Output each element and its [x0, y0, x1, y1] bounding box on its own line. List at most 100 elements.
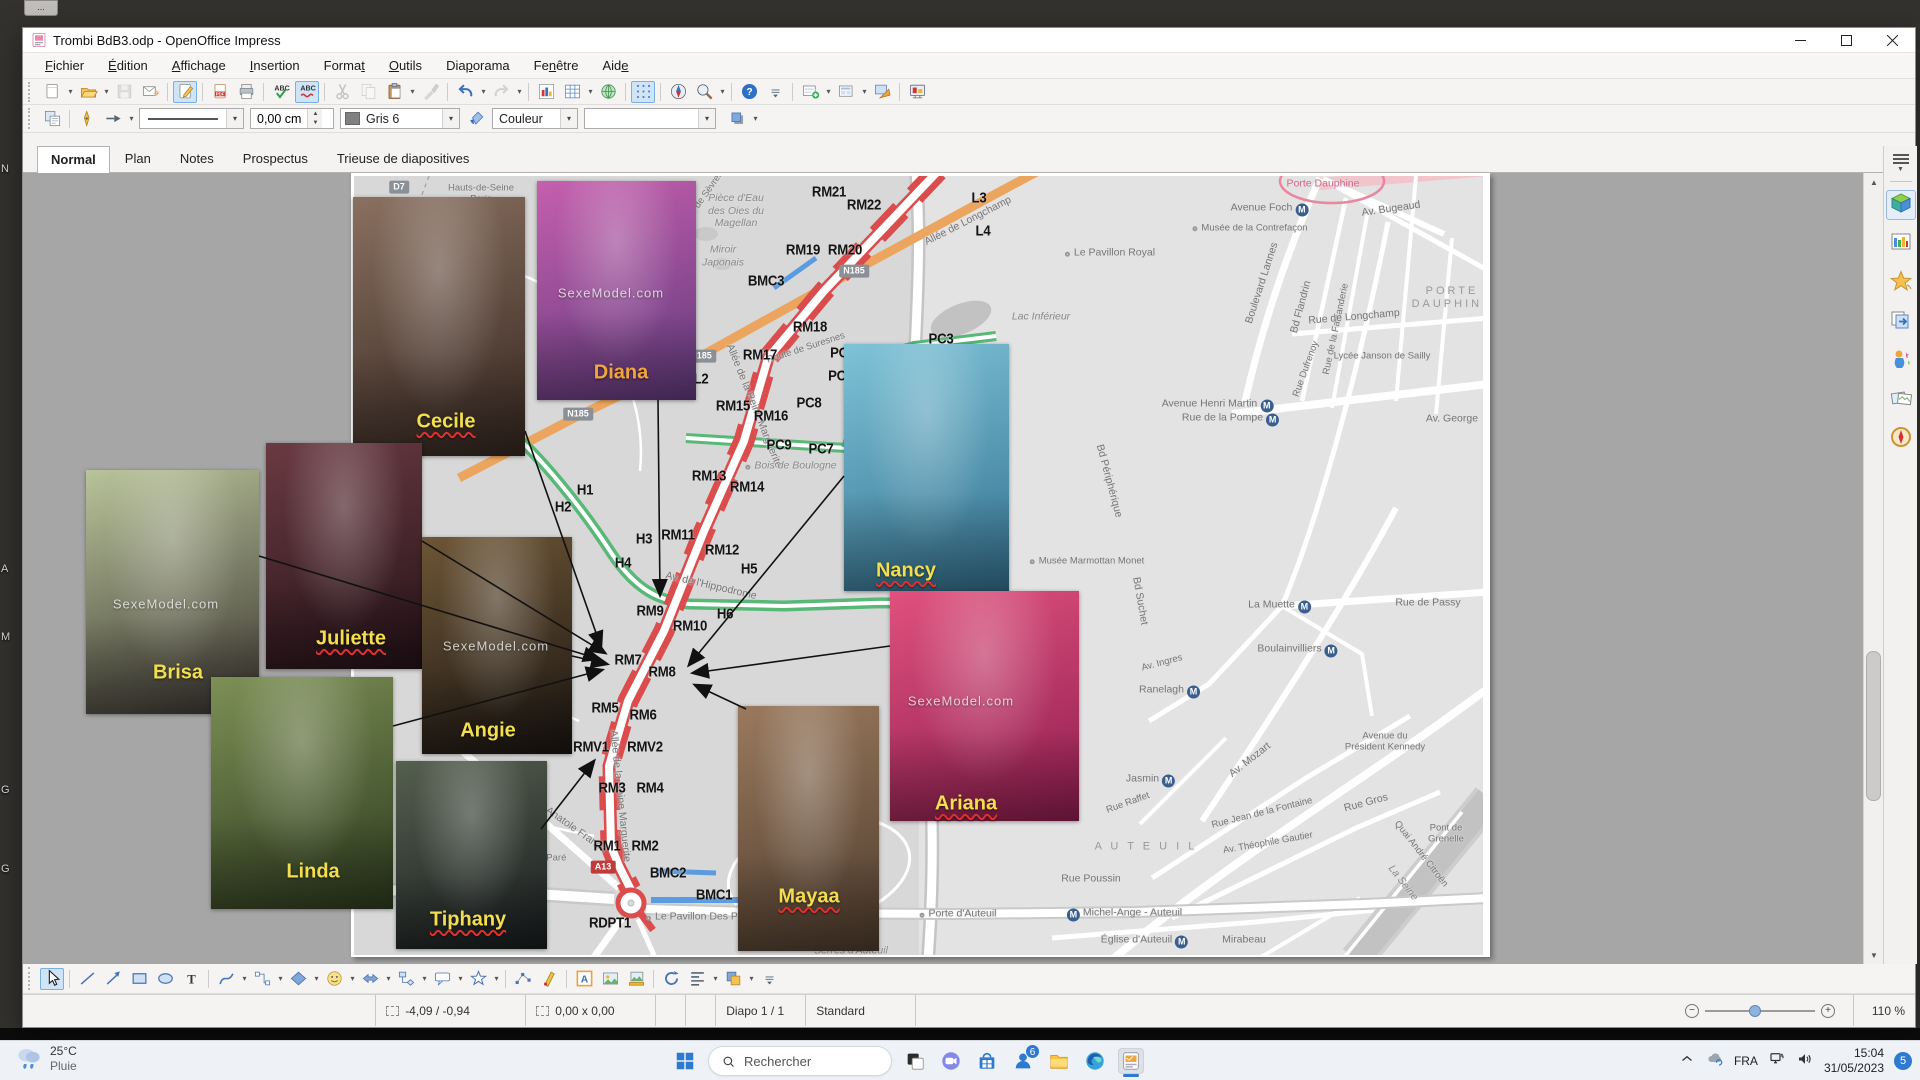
dropdown-caret[interactable]: ▾ [747, 974, 756, 983]
name-label-ariana[interactable]: Ariana [935, 793, 997, 816]
edge-button[interactable] [1082, 1048, 1108, 1074]
line-style-combo[interactable]: ▾ [139, 108, 244, 129]
sidebar-custom-animation-button[interactable] [1886, 268, 1916, 298]
menu-diaporama[interactable]: Diaporama [434, 54, 522, 77]
road-marker[interactable]: RM3 [598, 780, 625, 797]
slide-design-button[interactable] [870, 81, 894, 103]
road-marker[interactable]: RM2 [631, 838, 658, 855]
photo-nancy[interactable] [844, 344, 1009, 591]
auto-spellcheck-button[interactable]: ABC [295, 81, 319, 103]
hyperlink-button[interactable] [596, 81, 620, 103]
road-marker[interactable]: PC7 [809, 441, 834, 458]
symbol-shapes-button[interactable] [322, 968, 346, 990]
start-button[interactable] [672, 1048, 698, 1074]
road-marker[interactable]: L3 [972, 190, 987, 207]
arrow-line-button[interactable] [101, 968, 125, 990]
close-button[interactable] [1869, 28, 1915, 52]
store-button[interactable] [974, 1048, 1000, 1074]
road-marker[interactable]: RM14 [730, 479, 764, 496]
dropdown-caret[interactable]: ▾ [102, 87, 111, 96]
tab-plan[interactable]: Plan [111, 145, 165, 172]
dropdown-caret[interactable]: ▾ [456, 974, 465, 983]
zoom-out-button[interactable]: − [1685, 1004, 1699, 1018]
menu-outils[interactable]: Outils [377, 54, 434, 77]
onedrive-icon[interactable] [1706, 1050, 1724, 1073]
road-marker[interactable]: PC8 [797, 395, 822, 412]
sidebar-gallery-panel-button[interactable] [1886, 385, 1916, 415]
alignment-button[interactable] [685, 968, 709, 990]
road-marker[interactable]: RM20 [828, 242, 862, 259]
sidebar-slide-transition-button[interactable] [1886, 307, 1916, 337]
gallery-button[interactable] [624, 968, 648, 990]
clock[interactable]: 15:0431/05/2023 [1824, 1046, 1884, 1076]
road-marker[interactable]: RM16 [754, 408, 788, 425]
line-color-combo[interactable]: Gris 6 ▾ [340, 108, 460, 129]
dropdown-caret[interactable]: ▾ [312, 974, 321, 983]
name-label-linda[interactable]: Linda [286, 861, 339, 884]
basic-shapes-button[interactable] [286, 968, 310, 990]
menu-edition[interactable]: Édition [96, 54, 160, 77]
road-marker[interactable]: RM22 [847, 197, 881, 214]
road-marker[interactable]: RM4 [636, 780, 663, 797]
fill-style-combo[interactable]: Couleur ▾ [492, 108, 578, 129]
menu-format[interactable]: Format [312, 54, 377, 77]
insert-table-button[interactable] [560, 81, 584, 103]
road-marker[interactable]: L4 [976, 223, 991, 240]
slide-layout-button[interactable] [834, 81, 858, 103]
network-icon[interactable] [1768, 1050, 1786, 1073]
edit-mode-button[interactable] [173, 81, 197, 103]
name-label-mayaa[interactable]: Mayaa [778, 886, 839, 909]
road-marker[interactable]: BMC3 [748, 273, 784, 290]
dropdown-caret[interactable]: ▾ [479, 87, 488, 96]
sidebar-menu-button[interactable]: ▼ [1888, 152, 1914, 174]
road-marker[interactable]: RM18 [793, 319, 827, 336]
slide-canvas[interactable]: RM21RM22RM19RM20BMC3RM18RM17RM15RM16L2L3… [23, 173, 1863, 964]
stars-button[interactable] [466, 968, 490, 990]
open-button[interactable] [76, 81, 100, 103]
new-slide-button[interactable] [798, 81, 822, 103]
callouts-button[interactable] [430, 968, 454, 990]
road-marker[interactable]: RM1 [593, 838, 620, 855]
photo-mayaa[interactable] [738, 706, 879, 951]
template-name[interactable]: Standard [805, 995, 915, 1026]
rectangle-button[interactable] [127, 968, 151, 990]
name-label-angie[interactable]: Angie [460, 720, 516, 743]
tray-chevron-icon[interactable] [1678, 1050, 1696, 1073]
dropdown-caret[interactable]: ▾ [408, 87, 417, 96]
undo-button[interactable] [453, 81, 477, 103]
text-box-button[interactable]: T [179, 968, 203, 990]
spin-down-icon[interactable]: ▼ [308, 119, 322, 129]
road-marker[interactable]: RM17 [743, 347, 777, 364]
zoom-in-button[interactable]: + [1821, 1004, 1835, 1018]
dropdown-caret[interactable]: ▾ [586, 87, 595, 96]
menu-aide[interactable]: Aide [590, 54, 640, 77]
help-button[interactable]: ? [737, 81, 761, 103]
road-marker[interactable]: RM15 [716, 398, 750, 415]
block-arrows-button[interactable] [358, 968, 382, 990]
spellcheck-button[interactable]: ABC [269, 81, 293, 103]
toolbar-overflow-button[interactable] [763, 81, 787, 103]
language-indicator[interactable]: FRA [1734, 1054, 1758, 1068]
zoom-slider-knob[interactable] [1749, 1005, 1761, 1017]
chevron-down-icon[interactable]: ▾ [442, 109, 459, 128]
vertical-scrollbar[interactable]: ▲ ▼ [1863, 173, 1883, 964]
road-marker[interactable]: H5 [741, 561, 757, 578]
navigator-button[interactable] [666, 81, 690, 103]
dropdown-caret[interactable]: ▾ [711, 974, 720, 983]
sidebar-navigator-panel-button[interactable] [1886, 424, 1916, 454]
search-input[interactable]: Rechercher [708, 1046, 892, 1076]
name-label-nancy[interactable]: Nancy [876, 560, 936, 583]
scroll-down-icon[interactable]: ▼ [1864, 946, 1884, 964]
road-marker[interactable]: H6 [717, 606, 733, 623]
road-marker[interactable]: RM6 [629, 707, 656, 724]
road-marker[interactable]: H1 [577, 482, 593, 499]
line-button[interactable] [75, 968, 99, 990]
dropdown-caret[interactable]: ▾ [860, 87, 869, 96]
impress-taskbar-button[interactable] [1118, 1048, 1144, 1074]
toolbar-overflow-caret[interactable]: ▾ [751, 114, 760, 123]
toolbar-overflow-button[interactable] [757, 968, 781, 990]
line-width-spinner[interactable]: 0,00 cm ▲▼ [250, 108, 334, 129]
road-marker[interactable]: RM11 [661, 527, 694, 544]
glue-points-button[interactable] [537, 968, 561, 990]
zoom-slider[interactable] [1705, 1010, 1815, 1012]
